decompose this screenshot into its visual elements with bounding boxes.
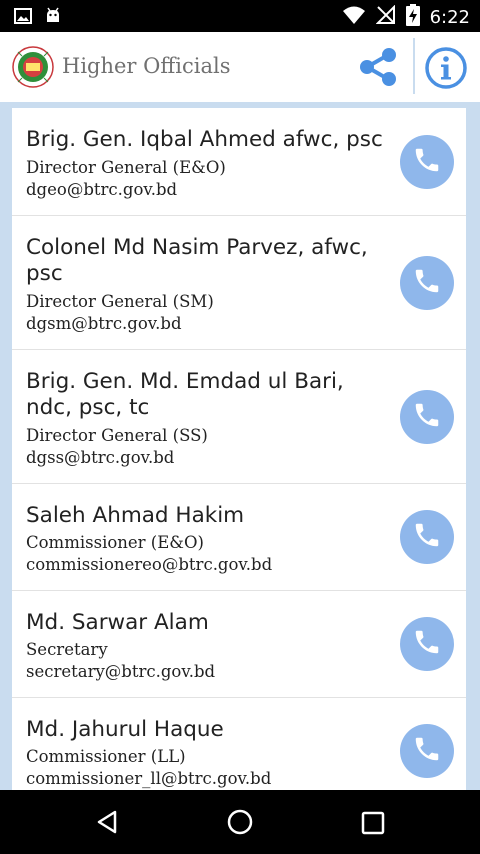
phone-icon [412, 266, 442, 300]
app-bar-divider [413, 38, 415, 94]
call-button[interactable] [400, 390, 454, 444]
official-role: Secretary [26, 640, 108, 659]
back-icon[interactable] [94, 809, 120, 839]
official-name: Brig. Gen. Md. Emdad ul Bari, ndc, psc, … [26, 369, 344, 420]
call-button[interactable] [400, 724, 454, 778]
list-item[interactable]: Brig. Gen. Iqbal Ahmed afwc, psc Directo… [12, 108, 466, 216]
list-item[interactable]: Saleh Ahmad Hakim Commissioner (E&O) com… [12, 484, 466, 591]
call-button[interactable] [400, 135, 454, 189]
phone-icon [412, 734, 442, 768]
official-name: Md. Jahurul Haque [26, 717, 224, 742]
list-item[interactable]: Brig. Gen. Md. Emdad ul Bari, ndc, psc, … [12, 350, 466, 484]
official-name: Saleh Ahmad Hakim [26, 503, 245, 528]
android-icon [44, 7, 62, 29]
official-name: Md. Sarwar Alam [26, 610, 209, 635]
home-icon[interactable] [226, 808, 254, 840]
call-button[interactable] [400, 510, 454, 564]
image-icon [14, 7, 32, 29]
page-title: Higher Officials [62, 54, 231, 78]
official-role: Director General (SM) [26, 292, 214, 311]
official-email: dgeo@btrc.gov.bd [26, 180, 178, 199]
officials-list-area[interactable]: Brig. Gen. Iqbal Ahmed afwc, psc Directo… [0, 102, 480, 790]
list-item[interactable]: Colonel Md Nasim Parvez, afwc, psc Direc… [12, 216, 466, 350]
official-name: Brig. Gen. Iqbal Ahmed afwc, psc [26, 127, 383, 152]
list-item[interactable]: Md. Jahurul Haque Commissioner (LL) comm… [12, 698, 466, 790]
battery-charging-icon [405, 4, 420, 30]
phone-icon [412, 627, 442, 661]
official-email: dgss@btrc.gov.bd [26, 448, 175, 467]
recents-icon[interactable] [361, 811, 385, 839]
officials-list: Brig. Gen. Iqbal Ahmed afwc, psc Directo… [12, 108, 466, 790]
official-email: secretary@btrc.gov.bd [26, 662, 216, 681]
no-signal-icon [375, 4, 396, 29]
official-role: Director General (E&O) [26, 158, 226, 177]
official-email: commissionereo@btrc.gov.bd [26, 555, 273, 574]
navigation-bar [0, 790, 480, 854]
official-email: commissioner_ll@btrc.gov.bd [26, 769, 272, 788]
official-email: dgsm@btrc.gov.bd [26, 314, 182, 333]
phone-icon [412, 145, 442, 179]
official-role: Commissioner (LL) [26, 747, 186, 766]
app-bar: Higher Officials [0, 32, 480, 103]
wifi-icon [342, 5, 366, 29]
btrc-logo [12, 46, 54, 88]
phone-icon [412, 520, 442, 554]
official-role: Commissioner (E&O) [26, 533, 204, 552]
status-time: 6:22 [429, 6, 470, 28]
share-icon[interactable] [356, 46, 400, 88]
list-item[interactable]: Md. Sarwar Alam Secretary secretary@btrc… [12, 591, 466, 698]
official-name: Colonel Md Nasim Parvez, afwc, psc [26, 235, 368, 286]
call-button[interactable] [400, 617, 454, 671]
phone-icon [412, 400, 442, 434]
status-bar: 6:22 [0, 0, 480, 32]
official-role: Director General (SS) [26, 426, 208, 445]
call-button[interactable] [400, 256, 454, 310]
info-icon[interactable] [424, 46, 468, 90]
